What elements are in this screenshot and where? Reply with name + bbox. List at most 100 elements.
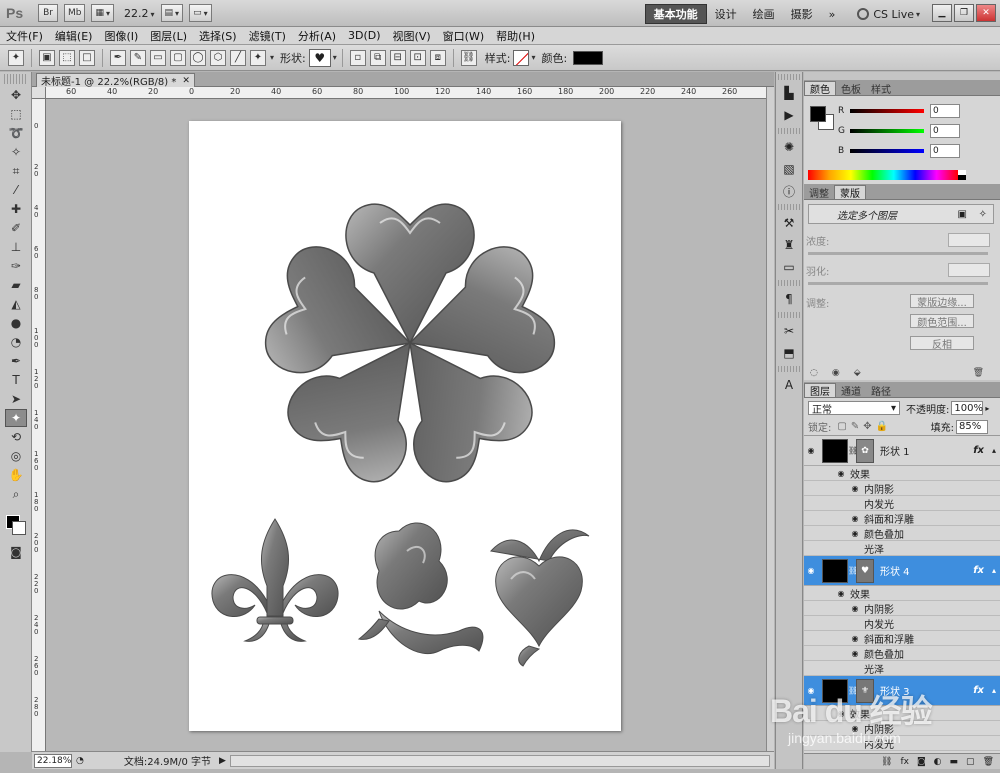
- effect-row[interactable]: ◉ 斜面和浮雕: [804, 511, 1000, 526]
- dodge-tool[interactable]: ◔: [5, 333, 27, 351]
- panel-grip[interactable]: [4, 74, 27, 84]
- mini-bridge-button[interactable]: Mb: [64, 4, 86, 22]
- brush-tool[interactable]: ✐: [5, 219, 27, 237]
- canvas-area[interactable]: [46, 99, 766, 751]
- link-icon[interactable]: ⛓: [460, 49, 477, 66]
- eraser-tool[interactable]: ▰: [5, 276, 27, 294]
- fx-icon[interactable]: fx: [973, 565, 984, 576]
- info-panel-button[interactable]: ⓘ: [779, 182, 799, 200]
- chevron-down-icon[interactable]: ▾: [333, 53, 337, 62]
- exclude-overlapping-areas[interactable]: ⧈: [429, 49, 446, 66]
- eye-icon[interactable]: ◉: [804, 446, 818, 455]
- blend-mode-select[interactable]: 正常 ▾: [808, 401, 900, 416]
- menu-analysis[interactable]: 分析(A): [292, 28, 342, 44]
- collapse-effects-arrow[interactable]: ▴: [992, 446, 996, 455]
- 3d-orbit-tool[interactable]: ◎: [5, 447, 27, 465]
- color-range-button[interactable]: 颜色范围...: [910, 314, 974, 329]
- minimize-button[interactable]: ▁: [932, 4, 952, 22]
- fx-icon[interactable]: fx: [900, 757, 909, 767]
- line-tool-option[interactable]: ╱: [230, 49, 246, 66]
- pen-tool-option[interactable]: ✒: [110, 49, 126, 66]
- panel-grip[interactable]: [778, 312, 800, 318]
- fx-icon[interactable]: fx: [973, 445, 984, 456]
- paragraph-panel-button[interactable]: ¶: [779, 290, 799, 308]
- horizontal-scrollbar[interactable]: [229, 754, 770, 767]
- freeform-pen-option[interactable]: ✎: [130, 49, 146, 66]
- ellipse-tool-option[interactable]: ◯: [190, 49, 206, 66]
- chevron-down-icon[interactable]: ▾: [270, 53, 274, 62]
- load-selection-icon[interactable]: ◌: [810, 368, 818, 378]
- cs-live-button[interactable]: CS Live ▾: [857, 8, 920, 21]
- hand-tool[interactable]: ✋: [5, 466, 27, 484]
- invert-button[interactable]: 反相: [910, 336, 974, 351]
- eye-icon[interactable]: ◉: [848, 649, 862, 658]
- add-mask-icon[interactable]: ◙: [917, 757, 926, 767]
- tab-swatches[interactable]: 色板: [836, 81, 866, 96]
- workspace-painting[interactable]: 绘画: [745, 4, 783, 24]
- tab-layers[interactable]: 图层: [804, 383, 836, 398]
- eye-icon[interactable]: ◉: [832, 368, 840, 378]
- navigator-panel-button[interactable]: ▶: [779, 106, 799, 124]
- effect-row[interactable]: 内发光: [804, 616, 1000, 631]
- channel-g-slider[interactable]: [850, 129, 924, 133]
- paint-bucket-tool[interactable]: ◭: [5, 295, 27, 313]
- eye-icon[interactable]: ◉: [848, 604, 862, 613]
- color-foreground-swatch[interactable]: [810, 106, 826, 122]
- tab-paths[interactable]: 路径: [866, 383, 896, 398]
- menu-help[interactable]: 帮助(H): [490, 28, 541, 44]
- document-canvas[interactable]: [189, 121, 621, 731]
- workspace-design[interactable]: 设计: [707, 4, 745, 24]
- lock-transparent-icon[interactable]: ▢: [837, 421, 846, 432]
- more-workspaces-button[interactable]: »: [821, 4, 844, 24]
- vector-mask-thumbnail[interactable]: ✿: [856, 438, 874, 463]
- custom-shape-tool[interactable]: ✦: [5, 409, 27, 427]
- panel-grip[interactable]: [778, 74, 800, 80]
- bridge-button[interactable]: Br: [38, 4, 58, 22]
- custom-shape-tool-option[interactable]: ✦: [250, 49, 266, 66]
- pen-tool[interactable]: ✒: [5, 352, 27, 370]
- menu-image[interactable]: 图像(I): [98, 28, 144, 44]
- rounded-rect-tool-option[interactable]: ▢: [170, 49, 186, 66]
- trash-icon[interactable]: 🗑: [983, 757, 994, 767]
- pixel-mask-icon[interactable]: ▣: [958, 209, 967, 220]
- healing-brush-tool[interactable]: ✚: [5, 200, 27, 218]
- styles-panel-button[interactable]: ♜: [779, 236, 799, 254]
- color-swatch[interactable]: [573, 50, 604, 65]
- chevron-down-icon[interactable]: ▾: [531, 53, 535, 62]
- link-icon[interactable]: ⛓: [848, 446, 858, 455]
- workspace-essentials[interactable]: 基本功能: [644, 4, 707, 24]
- link-layers-icon[interactable]: ⛓: [881, 757, 892, 767]
- eye-icon[interactable]: ◉: [848, 529, 862, 538]
- channel-b-input[interactable]: 0: [930, 144, 960, 158]
- clone-stamp-tool[interactable]: ⊥: [5, 238, 27, 256]
- effect-row[interactable]: ◉ 颜色叠加: [804, 646, 1000, 661]
- effects-group-row[interactable]: ◉ 效果: [804, 466, 1000, 481]
- fill-pixels-mode[interactable]: □: [79, 49, 95, 66]
- close-button[interactable]: ✕: [976, 4, 996, 22]
- 3d-panel-button[interactable]: ⬒: [779, 344, 799, 362]
- zoom-level-dropdown[interactable]: 22.2 ▾: [124, 7, 155, 20]
- histogram-panel-button[interactable]: ▙: [779, 84, 799, 102]
- menu-file[interactable]: 文件(F): [0, 28, 49, 44]
- effects-group-row[interactable]: ◉ 效果: [804, 586, 1000, 601]
- background-color[interactable]: [12, 521, 26, 535]
- menu-layer[interactable]: 图层(L): [144, 28, 193, 44]
- lock-pixels-icon[interactable]: ✎: [851, 421, 859, 432]
- effect-row[interactable]: 光泽: [804, 541, 1000, 556]
- vector-mask-thumbnail[interactable]: ♥: [856, 558, 874, 583]
- menu-window[interactable]: 窗口(W): [437, 28, 490, 44]
- feather-field[interactable]: [948, 263, 990, 277]
- add-to-shape-area[interactable]: ⧉: [369, 49, 386, 66]
- vector-mask-icon[interactable]: ✧: [979, 209, 987, 220]
- vertical-scrollbar[interactable]: [766, 87, 774, 751]
- history-brush-tool[interactable]: ✑: [5, 257, 27, 275]
- horizontal-ruler[interactable]: 60 40 20 0 20 40 60 80 100 120 140 160 180 200 220 240 2…: [46, 87, 766, 99]
- shape-layers-mode[interactable]: ▣: [39, 49, 55, 66]
- eye-icon[interactable]: ◉: [834, 589, 848, 598]
- panel-grip[interactable]: [778, 128, 800, 134]
- character-panel-button[interactable]: A: [779, 376, 799, 394]
- effect-row[interactable]: ◉ 颜色叠加: [804, 526, 1000, 541]
- channel-b-slider[interactable]: [850, 149, 924, 153]
- vertical-ruler[interactable]: 0 20 40 60 80 100 120 140 160 180 200 220 240 260 280: [32, 99, 46, 751]
- 3d-rotate-tool[interactable]: ⟲: [5, 428, 27, 446]
